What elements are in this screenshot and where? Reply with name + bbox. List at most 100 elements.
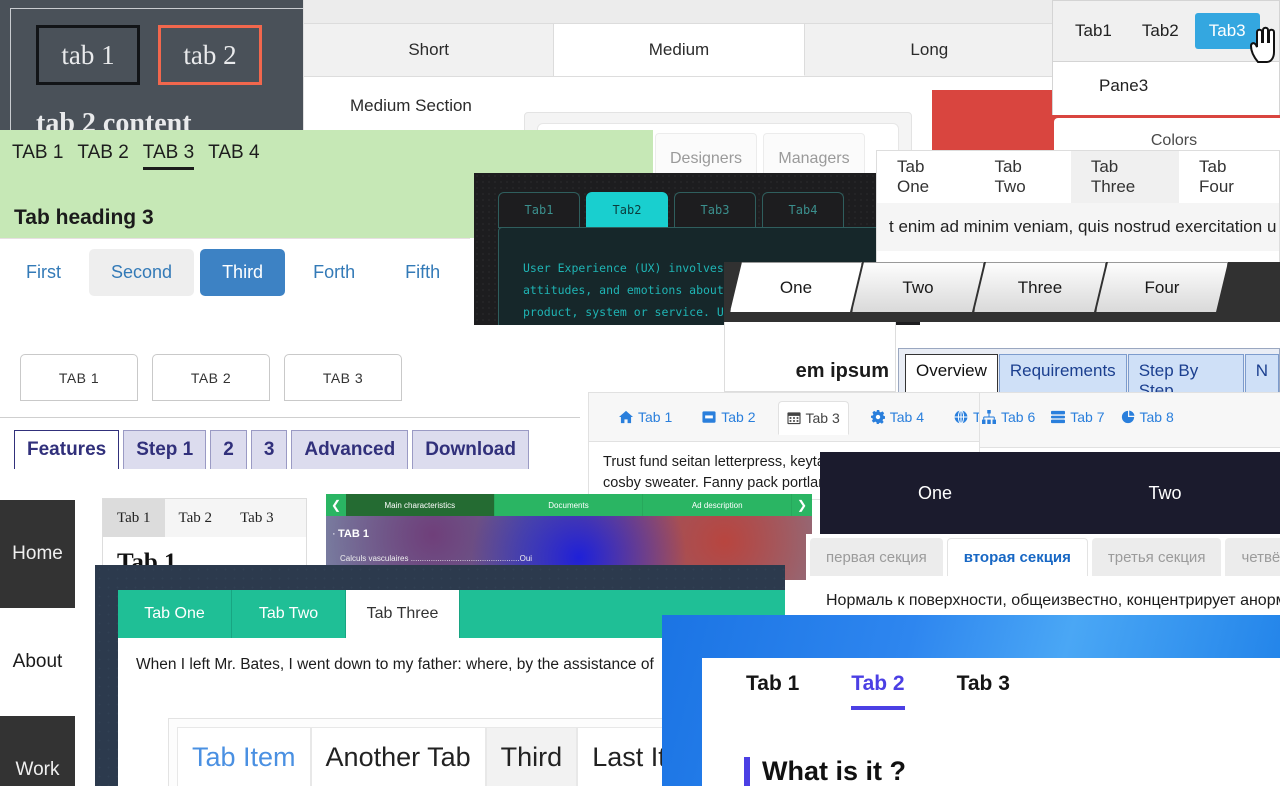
bootstrap-tab-7[interactable]: Tab 7 (1051, 409, 1105, 425)
bootstrap-tab-3[interactable]: Tab 3 (777, 400, 849, 435)
tab-box-1[interactable]: TAB 1 (20, 354, 138, 401)
skeu-tab-three[interactable]: Three (974, 262, 1106, 312)
inner-tab-third-label: Third (500, 742, 563, 772)
terminal-tab-4-label: Tab4 (788, 203, 818, 217)
numeric-tab-list: Tab1 Tab2 Tab3 (1053, 1, 1279, 62)
dark-tab-1[interactable]: tab 1 (36, 25, 140, 85)
tab-box-2[interactable]: TAB 2 (152, 354, 270, 401)
skeu-tab-three-label: Three (1017, 277, 1063, 297)
navy-tab-one[interactable]: One (820, 452, 1050, 534)
inner-tab-third[interactable]: Third (485, 727, 578, 787)
russian-tab-1-label: первая секция (826, 548, 927, 566)
bootstrap-tab-5[interactable]: Tab 5 (946, 401, 979, 433)
tab-two[interactable]: Tab Two (974, 151, 1070, 203)
sml-tab-long[interactable]: Long (804, 24, 1055, 76)
tab-four[interactable]: Tab Four (1179, 151, 1279, 203)
teal-tab-three[interactable]: Tab Three (346, 590, 460, 638)
tab-box-2-label: TAB 2 (190, 369, 232, 386)
carousel-tab-ad[interactable]: Ad description (643, 494, 793, 516)
russian-tab-2[interactable]: вторая секция (946, 538, 1088, 576)
skeu-tab-four[interactable]: Four (1096, 262, 1228, 312)
sml-tab-medium[interactable]: Medium (554, 24, 805, 76)
carousel-prev-button[interactable]: ❮ (326, 494, 346, 516)
step-3-tab[interactable]: 3 (250, 430, 288, 469)
green-tab-4-label: TAB 4 (208, 142, 260, 163)
green-tab-2[interactable]: TAB 2 (77, 142, 128, 170)
sml-tab-short[interactable]: Short (304, 24, 555, 76)
russian-tab-1[interactable]: первая секция (810, 538, 943, 576)
russian-tab-4[interactable]: четвёрта (1225, 538, 1280, 576)
terminal-tab-3[interactable]: Tab3 (674, 192, 756, 228)
inner-tab-item[interactable]: Tab Item (177, 727, 311, 787)
dark-tab-1-label: tab 1 (61, 39, 115, 70)
vertical-nav-about[interactable]: About (0, 608, 75, 716)
next-tab-label: N (1255, 361, 1268, 380)
skeu-tab-two[interactable]: Two (852, 262, 984, 312)
numeric-tab-1[interactable]: Tab1 (1061, 13, 1126, 49)
skeuomorphic-tab-widget: One Two Three Four (724, 262, 1280, 322)
globe-icon (954, 410, 968, 424)
blue-tab-widget: Tab 1 Tab 2 Tab 3 What is it ? (662, 615, 1280, 800)
carousel-tab-main[interactable]: Main characteristics (346, 494, 495, 516)
russian-tab-widget: первая секция вторая секция третья секци… (806, 534, 1280, 618)
carousel-next-button[interactable]: ❯ (792, 494, 812, 516)
green-tab-1[interactable]: TAB 1 (12, 142, 63, 170)
terminal-tab-4[interactable]: Tab4 (762, 192, 844, 228)
vertical-nav-home[interactable]: Home (0, 500, 75, 608)
tab-box-widget: TAB 1 TAB 2 TAB 3 (0, 340, 580, 418)
home-icon (619, 410, 633, 424)
step-1-tab[interactable]: Step 1 (123, 430, 207, 469)
features-tab[interactable]: Features (14, 430, 120, 469)
serif-tab-list: Tab 1 Tab 2 Tab 3 (103, 499, 306, 537)
bootstrap-tab-2[interactable]: Tab 2 (694, 401, 763, 433)
requirements-tab[interactable]: Requirements (998, 354, 1127, 392)
teal-tab-two[interactable]: Tab Two (232, 590, 346, 638)
carousel-panel-line: Calculs vasculaires ....................… (340, 554, 533, 563)
blue-tab-3[interactable]: Tab 3 (957, 672, 1010, 710)
next-tab[interactable]: N (1244, 354, 1279, 392)
ordinal-tab-first[interactable]: First (4, 249, 83, 296)
ordinal-tab-third[interactable]: Third (200, 249, 286, 296)
bootstrap-tab-4[interactable]: Tab 4 (863, 401, 932, 433)
inner-tab-another[interactable]: Another Tab (310, 727, 486, 787)
serif-tab-2[interactable]: Tab 2 (165, 499, 227, 537)
tab-one[interactable]: Tab One (877, 151, 974, 203)
numeric-tab-3[interactable]: Tab3 (1194, 13, 1260, 49)
bootstrap-tab-8[interactable]: Tab 8 (1121, 409, 1174, 425)
download-tab[interactable]: Download (412, 430, 529, 469)
terminal-tab-2[interactable]: Tab2 (586, 192, 668, 228)
step-by-step-tab[interactable]: Step By Step (1127, 354, 1244, 392)
ordinal-tab-forth[interactable]: Forth (291, 249, 377, 296)
step-2-tab[interactable]: 2 (210, 430, 247, 469)
ordinal-tab-second[interactable]: Second (89, 249, 195, 296)
dark-tab-2[interactable]: tab 2 (158, 25, 262, 85)
green-tab-heading: Tab heading 3 (14, 206, 154, 229)
bootstrap-tab-6[interactable]: Tab 6 (982, 409, 1035, 425)
carousel-tab-ad-label: Ad description (691, 500, 743, 510)
russian-tab-3[interactable]: третья секция (1091, 538, 1222, 576)
tab-one-four-body: t enim ad minim veniam, quis nostrud exe… (877, 203, 1279, 251)
tab-box-3[interactable]: TAB 3 (284, 354, 402, 401)
teal-tab-one[interactable]: Tab One (118, 590, 232, 638)
numeric-tab-2[interactable]: Tab2 (1128, 13, 1193, 49)
overview-tab[interactable]: Overview (905, 354, 998, 392)
navy-tab-two[interactable]: Two (1050, 452, 1280, 534)
sml-tab-short-label: Short (408, 40, 449, 59)
serif-tab-3[interactable]: Tab 3 (226, 499, 288, 537)
green-tab-3[interactable]: TAB 3 (142, 142, 195, 170)
download-tab-label: Download (425, 439, 516, 460)
green-tab-4[interactable]: TAB 4 (208, 142, 259, 170)
tab-four-label: Tab Four (1199, 157, 1234, 196)
ordinal-tab-fifth[interactable]: Fifth (383, 249, 462, 296)
blue-tab-2[interactable]: Tab 2 (851, 672, 905, 710)
skeu-tab-one[interactable]: One (730, 262, 862, 312)
serif-tab-1[interactable]: Tab 1 (103, 499, 165, 537)
tab-three[interactable]: Tab Three (1070, 151, 1179, 203)
blue-tab-1[interactable]: Tab 1 (746, 672, 799, 710)
bootstrap-tab-1[interactable]: Tab 1 (611, 401, 680, 433)
inner-tab-item-label: Tab Item (192, 742, 296, 772)
terminal-tab-1[interactable]: Tab1 (498, 192, 580, 228)
advanced-tab[interactable]: Advanced (291, 430, 409, 469)
carousel-tab-documents[interactable]: Documents (494, 494, 644, 516)
ordinal-tab-sixth[interactable]: Sixth (468, 249, 470, 296)
